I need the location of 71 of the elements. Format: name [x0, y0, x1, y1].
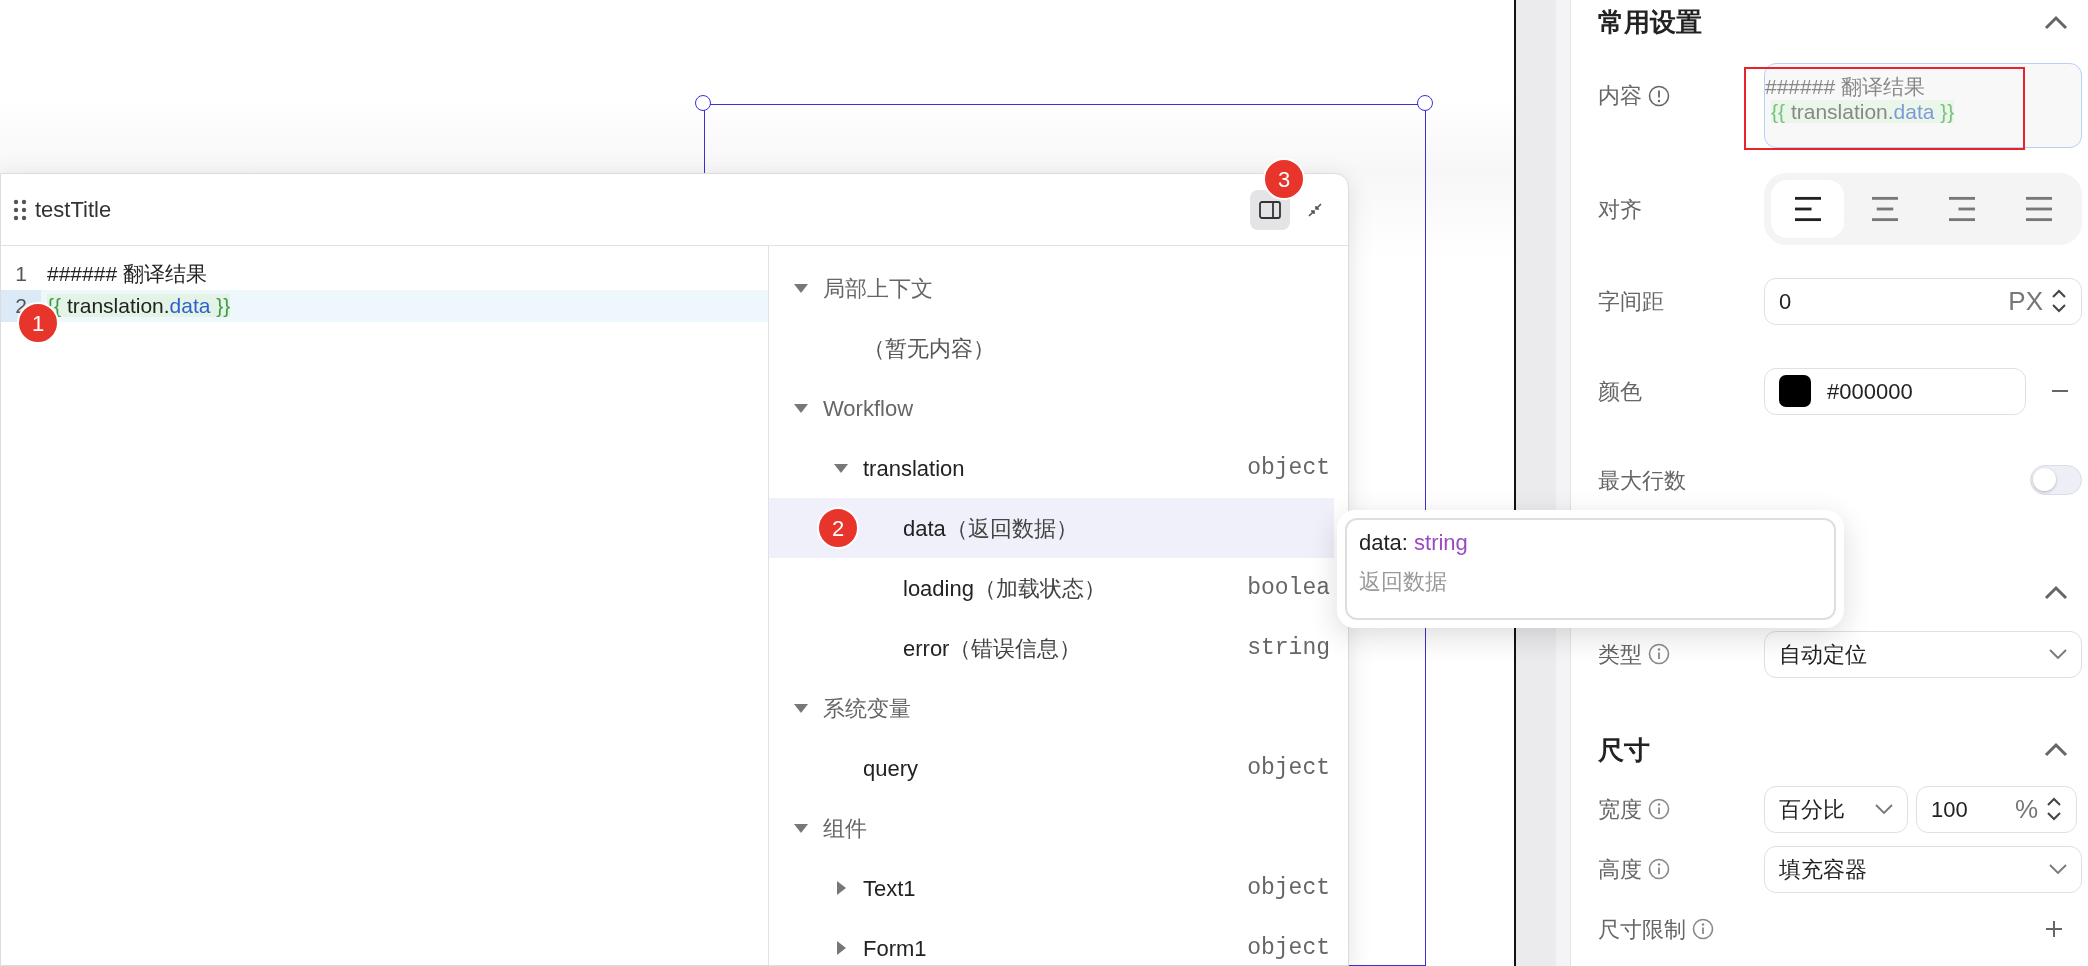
section-title: 尺寸: [1598, 733, 1650, 767]
tree-item[interactable]: 2 data（返回数据）: [769, 498, 1334, 558]
field-label: 最大行数: [1598, 466, 1686, 495]
tree-item[interactable]: Text1 object: [769, 858, 1334, 918]
collapse-icon: [1307, 201, 1323, 218]
tree-item[interactable]: Workflow: [769, 378, 1334, 438]
chevron-icon[interactable]: [2044, 14, 2068, 31]
step-badge: 3: [1263, 158, 1305, 200]
tree-item[interactable]: 系统变量: [769, 678, 1334, 738]
type-label: object: [1247, 753, 1330, 783]
number-field[interactable]: 0 PX: [1764, 277, 2082, 325]
tree-item[interactable]: Form1 object: [769, 918, 1334, 965]
select-field[interactable]: 自动定位: [1764, 630, 2082, 678]
chevron-icon[interactable]: [2044, 742, 2068, 758]
field-label: 内容: [1598, 82, 1642, 110]
empty-text: （暂无内容）: [863, 334, 995, 363]
info-icon: [1648, 643, 1670, 665]
tree-item[interactable]: error（错误信息） string: [769, 618, 1334, 678]
tree-item[interactable]: loading（加载状态） boolea: [769, 558, 1334, 618]
field-label: 高度: [1598, 855, 1642, 884]
resize-handle[interactable]: [695, 95, 711, 111]
type-label: object: [1247, 933, 1330, 963]
field-label: 对齐: [1598, 195, 1642, 224]
type-label: object: [1247, 453, 1330, 483]
spinner-icon[interactable]: [2051, 288, 2067, 314]
info-icon: [1692, 918, 1714, 940]
tree-item[interactable]: 组件: [769, 798, 1334, 858]
type-label: boolea: [1247, 573, 1330, 603]
align-center-icon: [1871, 196, 1898, 222]
step-badge: 2: [817, 507, 859, 549]
color-swatch[interactable]: [1779, 375, 1811, 407]
toggle-switch[interactable]: [2030, 465, 2082, 495]
select-field[interactable]: 百分比: [1764, 785, 1908, 833]
justify-icon: [2025, 196, 2052, 222]
chevron-icon[interactable]: [2044, 585, 2068, 601]
drag-handle-icon[interactable]: [13, 198, 27, 221]
spinner-icon[interactable]: [2046, 796, 2062, 822]
dropdown-icon: [2049, 648, 2067, 660]
type-label: string: [1247, 633, 1330, 663]
dropdown-icon: [2049, 863, 2067, 875]
unit-label: %: [2014, 792, 2038, 826]
field-label: 字间距: [1598, 287, 1664, 316]
alert-icon: [1648, 84, 1670, 107]
sidebar-icon: [1259, 200, 1281, 219]
code-line: ###### 翻译结果: [46, 261, 207, 288]
align-option[interactable]: [1771, 180, 1844, 238]
field-label: 颜色: [1598, 377, 1642, 406]
panel-toggle-button[interactable]: [1250, 189, 1290, 230]
resize-handle[interactable]: [1417, 95, 1433, 111]
type-label: object: [1247, 873, 1330, 903]
dropdown-icon: [1875, 803, 1893, 815]
tree-item[interactable]: 局部上下文: [769, 258, 1334, 318]
field-label: 尺寸限制: [1598, 915, 1686, 944]
plus-icon[interactable]: [2046, 921, 2062, 937]
align-right-icon: [1948, 196, 1975, 222]
field-label: 类型: [1598, 640, 1642, 669]
line-number: 1: [14, 261, 28, 288]
unit-label: PX: [2008, 284, 2043, 318]
info-icon: [1648, 798, 1670, 820]
select-field[interactable]: 填充容器: [1764, 845, 2082, 893]
field-label: 宽度: [1598, 795, 1642, 824]
align-left-icon: [1794, 196, 1821, 222]
section-title: 常用设置: [1598, 6, 1702, 39]
tree-item[interactable]: translation object: [769, 438, 1334, 498]
tooltip-signature: data: string: [1359, 529, 1469, 557]
info-icon: [1648, 858, 1670, 880]
number-field[interactable]: 100 %: [1916, 785, 2077, 833]
tree-item[interactable]: query object: [769, 738, 1334, 798]
color-field[interactable]: #000000: [1764, 367, 2026, 415]
tooltip-description: 返回数据: [1359, 568, 1448, 596]
popup-title: testTitle: [35, 196, 112, 224]
